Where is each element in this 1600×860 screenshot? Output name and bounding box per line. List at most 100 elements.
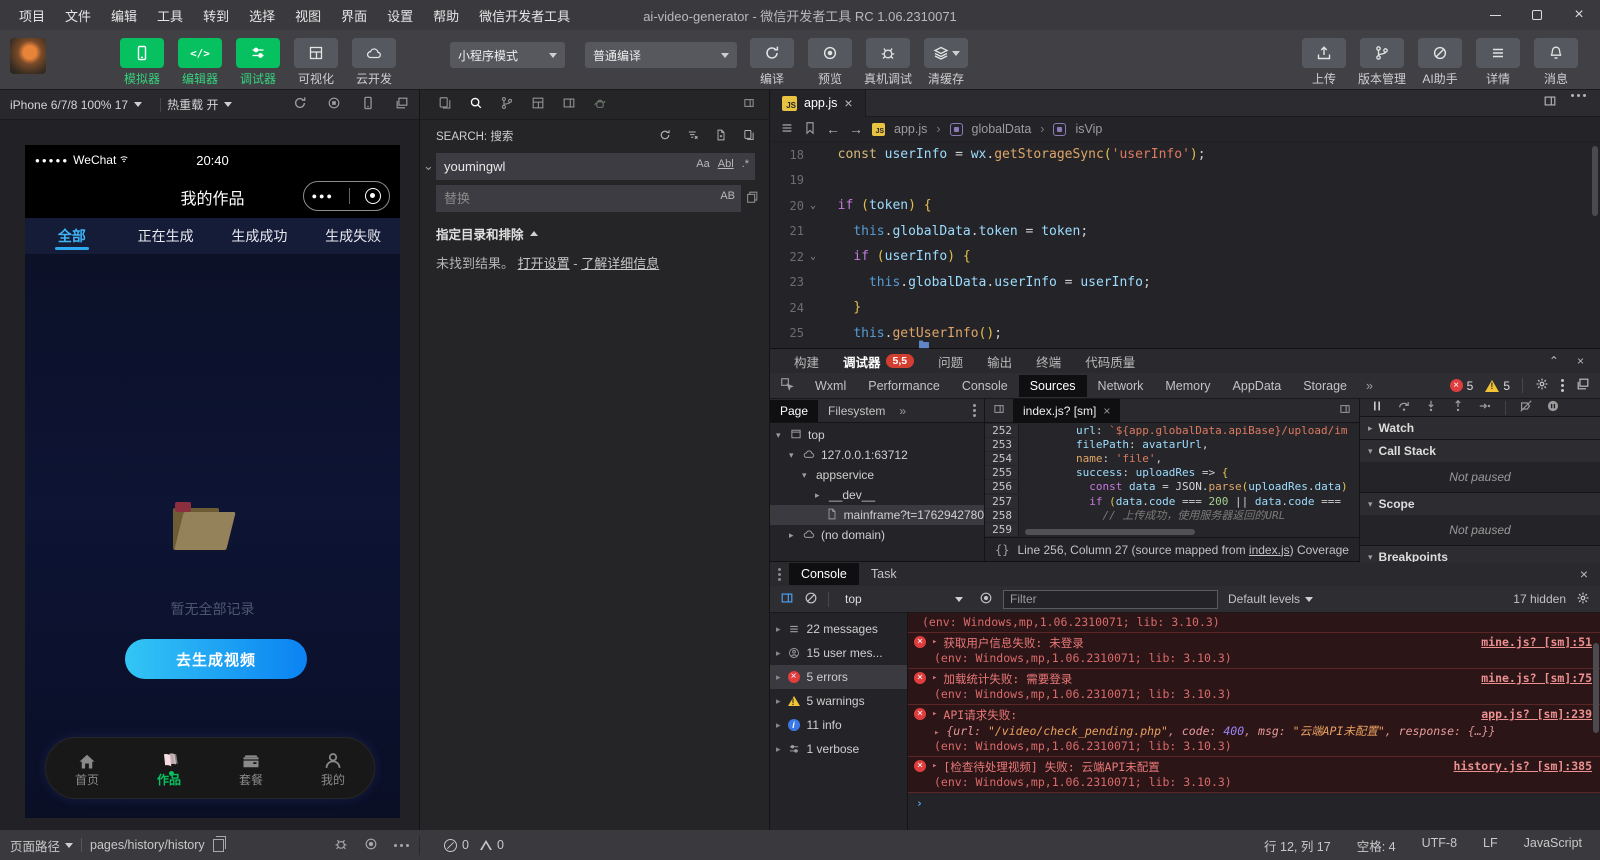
menu-选择[interactable]: 选择 xyxy=(240,3,284,28)
tea-icon[interactable] xyxy=(593,96,607,113)
section-header[interactable]: ▾ Call Stack xyxy=(1360,440,1600,462)
toolbar-详情-button[interactable]: 详情 xyxy=(1474,38,1522,87)
cursor-position[interactable]: 行 12, 列 17 xyxy=(1264,836,1331,855)
split-editor-icon[interactable] xyxy=(1543,94,1557,113)
source-location-link[interactable]: app.js? [sm]:239 xyxy=(1481,707,1592,721)
outline-icon[interactable] xyxy=(780,121,794,138)
drawer-menu-icon[interactable] xyxy=(770,568,789,581)
console-error-message[interactable]: × ▸ API请求失败: app.js? [sm]:239 ▸ {url: "/… xyxy=(908,705,1600,757)
object-preview[interactable]: ▸ {url: "/video/check_pending.php", code… xyxy=(914,723,1592,739)
indentation[interactable]: 空格: 4 xyxy=(1357,836,1396,855)
source-location-link[interactable]: mine.js? [sm]:75 xyxy=(1481,671,1592,685)
devtools-tab-Storage[interactable]: Storage xyxy=(1292,375,1358,397)
path-mode-select[interactable]: 页面路径 xyxy=(10,836,73,855)
debug-status-icon[interactable] xyxy=(334,837,348,854)
clear-console-icon[interactable] xyxy=(804,591,818,608)
open-settings-link[interactable]: 打开设置 xyxy=(518,256,570,271)
filter-tab-生成失败[interactable]: 生成失败 xyxy=(306,218,400,254)
console-scrollbar[interactable] xyxy=(1593,643,1599,733)
console-sidebar-toggle-icon[interactable] xyxy=(780,591,794,608)
breadcrumb-file[interactable]: app.js xyxy=(894,122,927,136)
section-header[interactable]: ▾ Scope xyxy=(1360,493,1600,515)
pause-icon[interactable] xyxy=(1370,399,1384,416)
devtools-tab-Network[interactable]: Network xyxy=(1087,375,1155,397)
menu-项目[interactable]: 项目 xyxy=(10,3,54,28)
navigator-tab-Page[interactable]: Page xyxy=(770,400,818,422)
filter-tab-生成成功[interactable]: 生成成功 xyxy=(213,218,307,254)
mode-select[interactable]: 小程序模式 xyxy=(450,42,565,68)
console-prompt[interactable]: › xyxy=(908,793,1600,813)
widgets-icon[interactable] xyxy=(531,96,545,113)
menu-编辑[interactable]: 编辑 xyxy=(102,3,146,28)
copy-path-icon[interactable] xyxy=(213,839,224,852)
source-file-tab[interactable]: index.js? [sm] × xyxy=(1013,399,1120,423)
user-avatar[interactable] xyxy=(10,38,46,74)
console-tab-Console[interactable]: Console xyxy=(789,563,859,585)
tree-item[interactable]: ▾ appservice xyxy=(770,465,984,485)
console-filter-1 verbose[interactable]: ▸ 1 verbose xyxy=(770,737,907,761)
mapped-file-link[interactable]: index.js xyxy=(1249,543,1290,557)
levels-select[interactable]: Default levels xyxy=(1228,592,1313,606)
tree-item[interactable]: mainframe?t=1762942780 xyxy=(770,505,984,525)
tabbar-item-作品[interactable]: 作品 xyxy=(128,751,210,786)
console-error-message[interactable]: × ▸ 获取用户信息失败: 未登录 mine.js? [sm]:51 (env:… xyxy=(908,633,1600,669)
source-location-link[interactable]: mine.js? [sm]:51 xyxy=(1481,635,1592,649)
toolbar-云开发-button[interactable]: 云开发 xyxy=(350,38,398,87)
more-tabs-icon[interactable]: » xyxy=(1358,379,1381,393)
devtools-tab-Memory[interactable]: Memory xyxy=(1154,375,1221,397)
nav-forward-icon[interactable]: → xyxy=(849,121,863,137)
more-actions-icon[interactable] xyxy=(1571,94,1586,113)
menu-工具[interactable]: 工具 xyxy=(148,3,192,28)
error-counter[interactable]: ×5 xyxy=(1450,379,1474,393)
devtools-settings-icon[interactable] xyxy=(1535,377,1549,394)
menu-界面[interactable]: 界面 xyxy=(332,3,376,28)
replace-all-icon[interactable] xyxy=(745,190,759,207)
menu-设置[interactable]: 设置 xyxy=(378,3,422,28)
devtools-tab-Sources[interactable]: Sources xyxy=(1019,375,1087,397)
toolbar-清缓存-button[interactable]: 清缓存 xyxy=(922,38,970,87)
undock-icon[interactable] xyxy=(1576,377,1590,394)
breadcrumb-symbol[interactable]: isVip xyxy=(1075,122,1102,136)
menu-视图[interactable]: 视图 xyxy=(286,3,330,28)
collapse-drawer-icon[interactable]: ⌃ xyxy=(1549,354,1559,368)
expand-icon[interactable]: ▸ xyxy=(932,761,937,771)
panel-tab-终端[interactable]: 终端 xyxy=(1026,350,1071,373)
more-dots-icon[interactable]: ●●● xyxy=(312,191,334,201)
compile-mode-select[interactable]: 普通编译 xyxy=(585,42,737,68)
generate-video-button[interactable]: 去生成视频 xyxy=(125,639,307,679)
menu-微信开发者工具[interactable]: 微信开发者工具 xyxy=(470,3,579,28)
breadcrumb-symbol[interactable]: globalData xyxy=(972,122,1032,136)
panel-tab-代码质量[interactable]: 代码质量 xyxy=(1075,350,1145,373)
editor-tab-appjs[interactable]: JS app.js × xyxy=(770,90,866,117)
search-icon[interactable] xyxy=(469,96,483,113)
close-drawer-icon[interactable]: × xyxy=(1580,566,1600,582)
maximize-button[interactable] xyxy=(1516,0,1558,30)
console-filter-15 user mes...[interactable]: ▸ 15 user mes... xyxy=(770,641,907,665)
refresh-search-icon[interactable] xyxy=(659,129,671,144)
step-over-icon[interactable] xyxy=(1397,399,1411,416)
warning-counter[interactable]: 5 xyxy=(1485,379,1510,393)
devtools-tab-Performance[interactable]: Performance xyxy=(857,375,951,397)
tree-item[interactable]: ▾ top xyxy=(770,425,984,445)
whole-word-icon[interactable]: Abl xyxy=(718,158,734,170)
capsule-menu[interactable]: ●●● xyxy=(303,181,390,211)
toolbar-调试器-button[interactable]: 调试器 xyxy=(234,38,282,87)
console-tab-Task[interactable]: Task xyxy=(859,563,909,585)
toolbar-真机调试-button[interactable]: 真机调试 xyxy=(864,38,912,87)
close-tab-icon[interactable]: × xyxy=(1103,404,1110,418)
navigator-toggle-icon[interactable] xyxy=(985,403,1013,418)
toolbar-上传-button[interactable]: 上传 xyxy=(1300,38,1348,87)
console-messages[interactable]: (env: Windows,mp,1.06.2310071; lib: 3.10… xyxy=(908,613,1600,831)
tree-item[interactable]: ▸ (no domain) xyxy=(770,525,984,545)
step-into-icon[interactable] xyxy=(1424,399,1438,416)
toolbar-模拟器-button[interactable]: 模拟器 xyxy=(118,38,166,87)
problems-counter[interactable]: 0 0 xyxy=(444,838,504,852)
eol[interactable]: LF xyxy=(1483,836,1498,855)
tabbar-item-首页[interactable]: 首页 xyxy=(46,751,128,786)
files-icon[interactable] xyxy=(438,96,452,113)
console-error-message[interactable]: × ▸ [检查待处理视频] 失败: 云端API未配置 history.js? [… xyxy=(908,757,1600,793)
step-out-icon[interactable] xyxy=(1451,399,1465,416)
console-filter-input[interactable] xyxy=(1003,590,1218,609)
close-tab-icon[interactable]: × xyxy=(844,95,852,111)
current-page-path[interactable]: pages/history/history xyxy=(90,838,205,852)
